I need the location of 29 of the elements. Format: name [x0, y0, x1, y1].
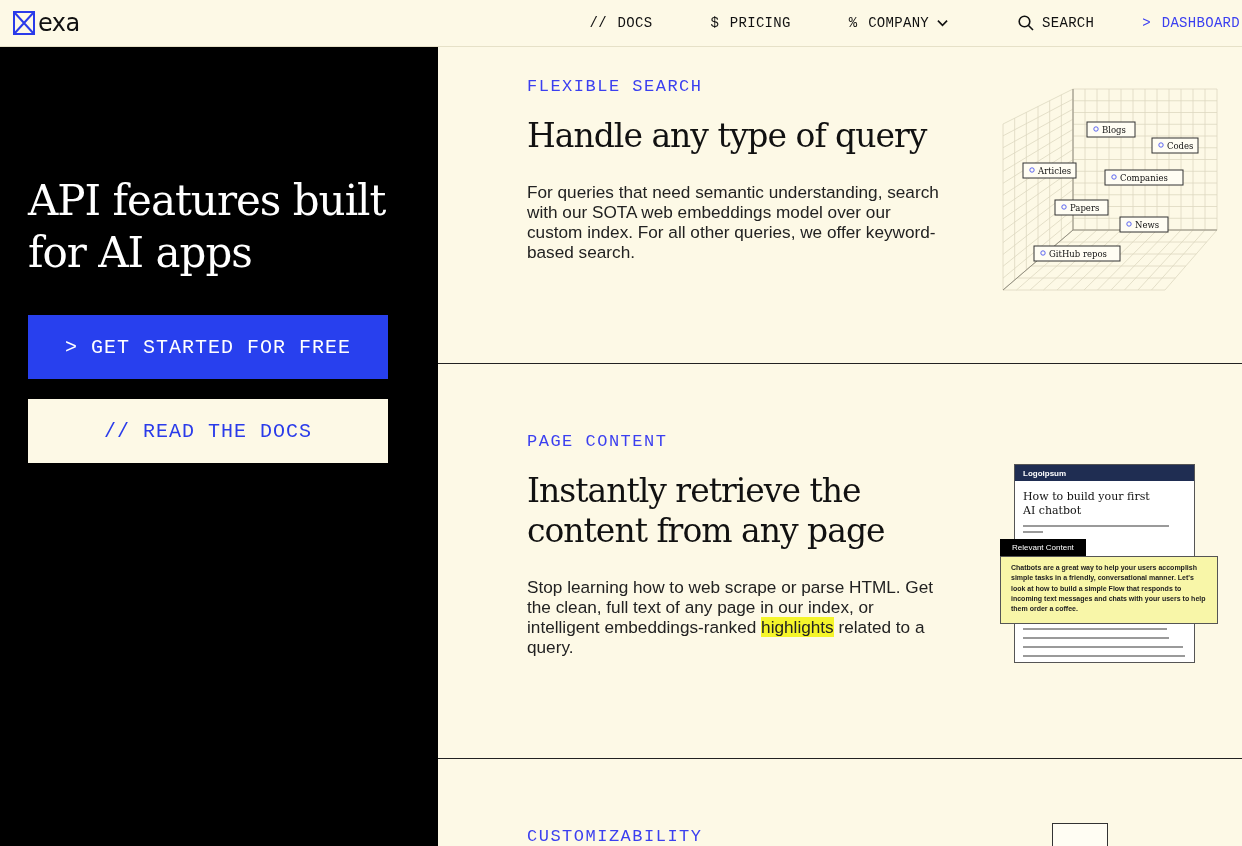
section-description: For queries that need semantic understanding, search with our SOTA web embeddings model over our custom index. For all other queries, we offer keyword-based search.	[527, 182, 940, 262]
query-tag: Papers	[1054, 199, 1109, 216]
section-title: Instantly retrieve the content from any page	[527, 471, 886, 552]
section-label: CUSTOMIZABILITY	[527, 827, 704, 846]
section-label: PAGE CONTENT	[527, 432, 669, 452]
article-heading: How to build your first AI chatbot	[1023, 490, 1151, 519]
section-label: FLEXIBLE SEARCH	[527, 77, 704, 96]
query-tag: News	[1119, 216, 1169, 233]
section-title: Handle any type of query	[527, 116, 928, 156]
search-icon	[1018, 15, 1035, 31]
query-tag: GitHub repos	[1033, 245, 1121, 262]
logo-icon[interactable]	[13, 11, 35, 35]
nav-link[interactable]: // DOCS	[589, 15, 653, 31]
query-tag: Blogs	[1086, 121, 1136, 138]
nav-link[interactable]: > DASHBOARD	[1142, 15, 1240, 31]
read-docs-button[interactable]: // READ THE DOCS	[28, 399, 388, 463]
logo-text[interactable]: exa	[38, 9, 80, 37]
brand-name: Logoipsum	[1023, 468, 1067, 478]
nav-link[interactable]: $ PRICING	[710, 15, 791, 31]
nav-link[interactable]: SEARCH	[1012, 15, 1095, 31]
section-description: Stop learning how to web scrape or parse HTML. Get the clean, full text of any page in our index, or intelligent embeddings-ranked highlights related to a query.	[527, 577, 934, 658]
nav-link[interactable]: % COMPANY	[848, 15, 955, 31]
hero-title: API features built for AI apps	[28, 175, 387, 279]
get-started-button[interactable]: > GET STARTED FOR FREE	[28, 315, 388, 379]
relevant-content-tag: Relevant Content	[1000, 539, 1086, 557]
query-tag: Codes	[1151, 137, 1199, 154]
query-tag: Companies	[1104, 169, 1184, 186]
query-tag: Articles	[1022, 162, 1077, 179]
chevron-down-icon	[937, 19, 949, 27]
